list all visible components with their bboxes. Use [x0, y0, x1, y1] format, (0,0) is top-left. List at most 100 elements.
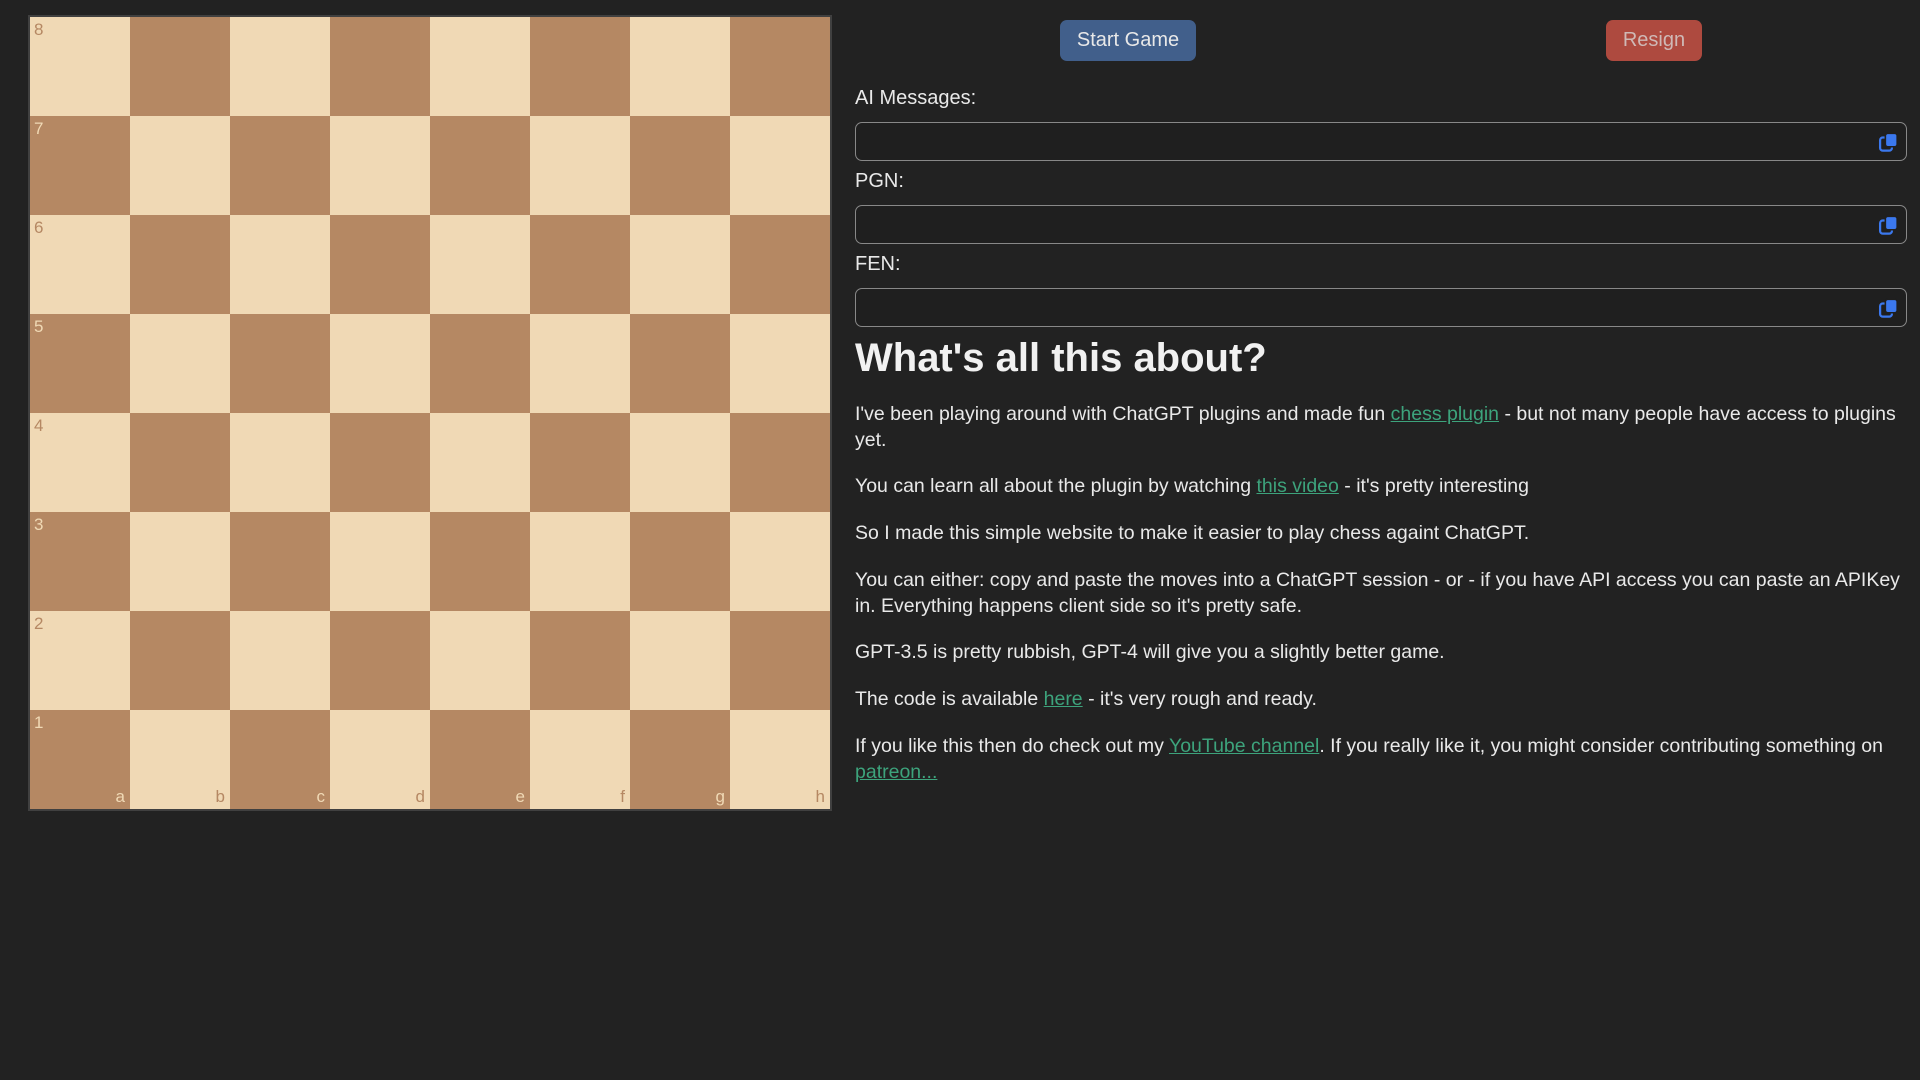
board-square-g3[interactable]: [630, 512, 730, 611]
rank-label-6: 6: [34, 219, 43, 236]
rank-label-1: 1: [34, 714, 43, 731]
board-square-c5[interactable]: [230, 314, 330, 413]
board-square-e3[interactable]: [430, 512, 530, 611]
board-square-g7[interactable]: [630, 116, 730, 215]
board-square-a1[interactable]: 1a: [30, 710, 130, 809]
board-square-g1[interactable]: g: [630, 710, 730, 809]
board-square-b1[interactable]: b: [130, 710, 230, 809]
board-square-b3[interactable]: [130, 512, 230, 611]
ai-messages-input[interactable]: [855, 122, 1907, 161]
board-square-d8[interactable]: [330, 17, 430, 116]
about-paragraph: You can learn all about the plugin by wa…: [855, 474, 1907, 500]
resign-button[interactable]: Resign: [1606, 20, 1702, 61]
board-square-a8[interactable]: 8: [30, 17, 130, 116]
board-square-g5[interactable]: [630, 314, 730, 413]
chess-board[interactable]: 87 6 5 4 3 21abc de fgh: [28, 15, 832, 811]
board-square-c3[interactable]: [230, 512, 330, 611]
board-square-g4[interactable]: [630, 413, 730, 512]
board-square-b6[interactable]: [130, 215, 230, 314]
board-square-f2[interactable]: [530, 611, 630, 710]
board-square-c1[interactable]: c: [230, 710, 330, 809]
ai-messages-label: AI Messages:: [855, 87, 1907, 110]
fen-input[interactable]: [855, 288, 1907, 327]
copy-ai-messages-button[interactable]: [1876, 129, 1901, 154]
board-square-a5[interactable]: 5: [30, 314, 130, 413]
copy-icon: [1878, 214, 1899, 235]
board-square-g2[interactable]: [630, 611, 730, 710]
board-square-b7[interactable]: [130, 116, 230, 215]
board-square-b5[interactable]: [130, 314, 230, 413]
board-square-a6[interactable]: 6: [30, 215, 130, 314]
start-game-button[interactable]: Start Game: [1060, 20, 1196, 61]
board-square-h4[interactable]: [730, 413, 830, 512]
board-square-f1[interactable]: f: [530, 710, 630, 809]
board-square-d1[interactable]: d: [330, 710, 430, 809]
about-paragraph: So I made this simple website to make it…: [855, 521, 1907, 547]
board-square-d3[interactable]: [330, 512, 430, 611]
paragraph-text: I've been playing around with ChatGPT pl…: [855, 403, 1391, 425]
about-paragraph: I've been playing around with ChatGPT pl…: [855, 402, 1907, 453]
board-square-g8[interactable]: [630, 17, 730, 116]
board-square-h5[interactable]: [730, 314, 830, 413]
text-link[interactable]: YouTube channel: [1169, 735, 1319, 757]
board-square-e7[interactable]: [430, 116, 530, 215]
board-square-f7[interactable]: [530, 116, 630, 215]
paragraph-text: - it's very rough and ready.: [1083, 688, 1317, 710]
board-square-c8[interactable]: [230, 17, 330, 116]
text-link[interactable]: chess plugin: [1391, 403, 1499, 425]
board-square-f4[interactable]: [530, 413, 630, 512]
board-square-e6[interactable]: [430, 215, 530, 314]
board-square-d5[interactable]: [330, 314, 430, 413]
copy-pgn-button[interactable]: [1876, 212, 1901, 237]
board-square-h8[interactable]: [730, 17, 830, 116]
board-square-c6[interactable]: [230, 215, 330, 314]
board-square-a2[interactable]: 2: [30, 611, 130, 710]
about-heading: What's all this about?: [855, 336, 1907, 381]
board-square-c7[interactable]: [230, 116, 330, 215]
pgn-input[interactable]: [855, 205, 1907, 244]
board-square-f5[interactable]: [530, 314, 630, 413]
board-square-d2[interactable]: [330, 611, 430, 710]
board-square-e5[interactable]: [430, 314, 530, 413]
board-square-f8[interactable]: [530, 17, 630, 116]
paragraph-text: So I made this simple website to make it…: [855, 522, 1529, 544]
board-square-e4[interactable]: [430, 413, 530, 512]
text-link[interactable]: this video: [1256, 475, 1338, 497]
board-square-e1[interactable]: e: [430, 710, 530, 809]
copy-icon: [1878, 131, 1899, 152]
board-square-e8[interactable]: [430, 17, 530, 116]
board-square-d4[interactable]: [330, 413, 430, 512]
copy-fen-button[interactable]: [1876, 295, 1901, 320]
board-square-c2[interactable]: [230, 611, 330, 710]
file-label-f: f: [620, 788, 625, 805]
board-square-g6[interactable]: [630, 215, 730, 314]
board-square-d7[interactable]: [330, 116, 430, 215]
board-square-d6[interactable]: [330, 215, 430, 314]
board-square-c4[interactable]: [230, 413, 330, 512]
paragraph-text: . If you really like it, you might consi…: [1319, 735, 1883, 757]
rank-label-3: 3: [34, 516, 43, 533]
board-square-a3[interactable]: 3: [30, 512, 130, 611]
file-label-d: d: [416, 788, 425, 805]
board-square-h3[interactable]: [730, 512, 830, 611]
board-square-f6[interactable]: [530, 215, 630, 314]
board-square-h7[interactable]: [730, 116, 830, 215]
board-square-a7[interactable]: 7: [30, 116, 130, 215]
board-square-b4[interactable]: [130, 413, 230, 512]
board-square-h6[interactable]: [730, 215, 830, 314]
board-square-f3[interactable]: [530, 512, 630, 611]
board-square-h2[interactable]: [730, 611, 830, 710]
board-square-a4[interactable]: 4: [30, 413, 130, 512]
about-section: I've been playing around with ChatGPT pl…: [855, 402, 1907, 785]
paragraph-text: - it's pretty interesting: [1339, 475, 1529, 497]
about-paragraph: You can either: copy and paste the moves…: [855, 568, 1907, 619]
board-square-b2[interactable]: [130, 611, 230, 710]
board-square-b8[interactable]: [130, 17, 230, 116]
board-square-h1[interactable]: h: [730, 710, 830, 809]
rank-label-5: 5: [34, 318, 43, 335]
board-square-e2[interactable]: [430, 611, 530, 710]
text-link[interactable]: patreon...: [855, 761, 937, 783]
about-paragraph: GPT-3.5 is pretty rubbish, GPT-4 will gi…: [855, 640, 1907, 666]
paragraph-text: You can learn all about the plugin by wa…: [855, 475, 1256, 497]
text-link[interactable]: here: [1044, 688, 1083, 710]
